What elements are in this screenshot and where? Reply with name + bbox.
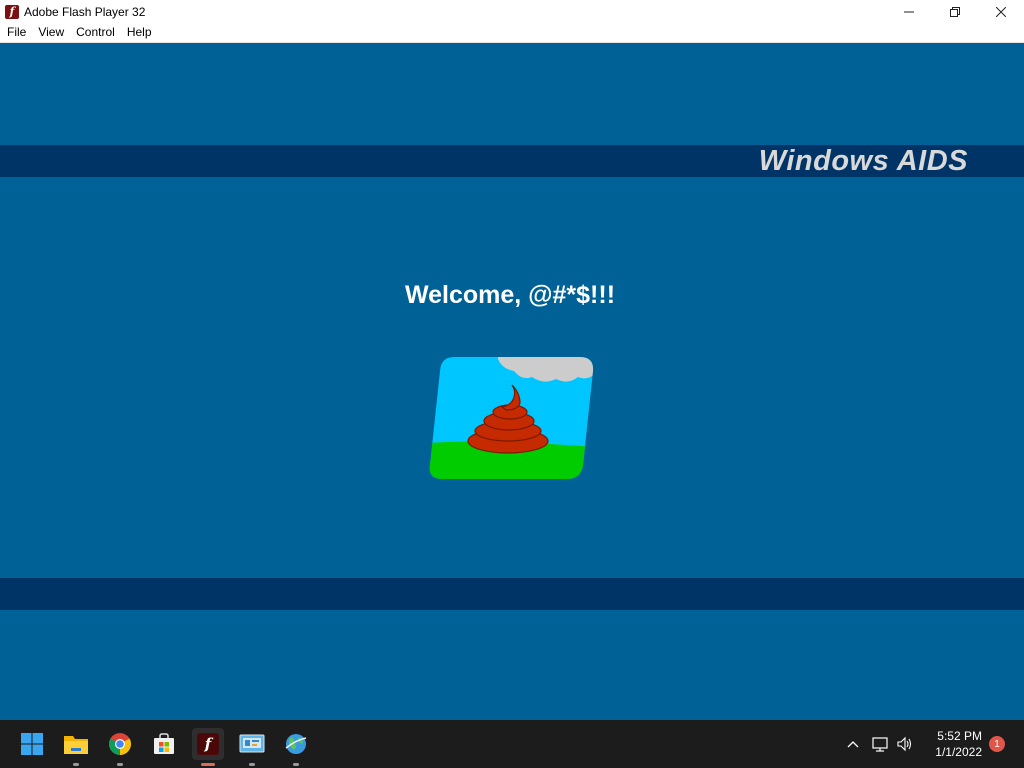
taskbar: f 5:52 PM 1/1/2022 1 — [0, 720, 1024, 768]
brand-title: Windows AIDS — [758, 145, 968, 177]
running-indicator — [73, 763, 79, 766]
welcome-message: Welcome, @#*$!!! — [0, 281, 1024, 310]
network-icon[interactable] — [872, 736, 890, 752]
clock[interactable]: 5:52 PM 1/1/2022 — [922, 728, 982, 760]
control-panel-icon — [239, 734, 265, 753]
taskbar-microsoft-store[interactable] — [148, 728, 180, 760]
flash-player-icon: f — [197, 733, 219, 755]
chrome-icon — [109, 733, 131, 755]
notification-badge[interactable]: 1 — [989, 736, 1005, 752]
close-button[interactable] — [978, 0, 1024, 23]
clock-time: 5:52 PM — [937, 729, 982, 743]
running-indicator — [117, 763, 123, 766]
menu-help[interactable]: Help — [121, 23, 158, 42]
window-title: Adobe Flash Player 32 — [24, 4, 146, 19]
menu-control[interactable]: Control — [70, 23, 121, 42]
running-indicator — [293, 763, 299, 766]
title-bar: f Adobe Flash Player 32 — [0, 0, 1024, 23]
start-button[interactable] — [16, 728, 48, 760]
chevron-up-icon[interactable] — [846, 737, 860, 751]
menu-view[interactable]: View — [32, 23, 70, 42]
taskbar-chrome[interactable] — [104, 728, 136, 766]
taskbar-file-explorer[interactable] — [60, 728, 92, 766]
start-icon — [21, 733, 43, 755]
clock-date: 1/1/2022 — [935, 745, 982, 759]
poop-logo-icon — [429, 357, 594, 479]
menu-bar: File View Control Help — [0, 23, 1024, 43]
running-indicator — [249, 763, 255, 766]
footer-band — [0, 578, 1024, 610]
flash-stage[interactable]: Windows AIDS Welcome, @#*$!!! — [0, 43, 1024, 720]
minimize-icon — [904, 11, 914, 12]
volume-icon[interactable] — [896, 736, 914, 752]
taskbar-control-panel[interactable] — [236, 728, 268, 766]
close-icon — [996, 6, 1006, 17]
taskbar-internet-app[interactable] — [280, 728, 312, 766]
taskbar-flash-player[interactable]: f — [192, 728, 224, 766]
internet-globe-icon — [285, 734, 307, 754]
maximize-button[interactable] — [932, 0, 978, 23]
flash-player-icon[interactable]: f — [5, 4, 19, 19]
welcome-text: Welcome, @#*$!!! — [404, 281, 616, 309]
minimize-button[interactable] — [886, 0, 932, 23]
window-controls — [886, 0, 1024, 23]
system-tray — [846, 720, 914, 768]
running-indicator — [201, 763, 215, 766]
file-explorer-icon — [64, 736, 88, 754]
header-band: Windows AIDS — [0, 145, 1024, 177]
restore-icon — [950, 6, 960, 17]
menu-file[interactable]: File — [0, 23, 32, 42]
microsoft-store-icon — [154, 733, 174, 754]
